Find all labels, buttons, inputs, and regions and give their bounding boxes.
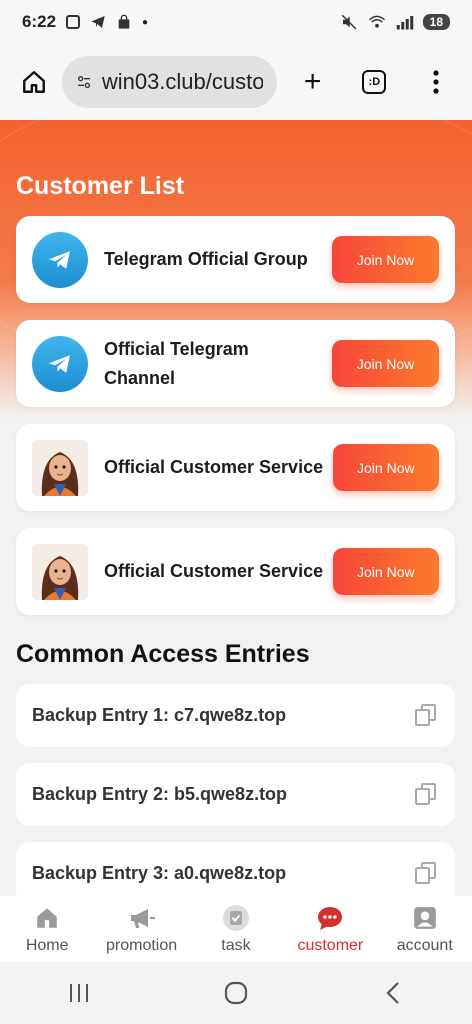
agent-avatar	[32, 543, 88, 600]
home-outline-icon	[22, 71, 45, 93]
nav-promotion[interactable]: promotion	[95, 903, 189, 955]
back-button[interactable]	[363, 973, 423, 1013]
entry-label: Backup Entry 1: c7.qwe8z.top	[32, 705, 287, 725]
battery-indicator: 18	[422, 14, 450, 30]
nav-label: customer	[297, 937, 364, 954]
customer-card-service-2: Official Customer Service Join Now	[16, 528, 455, 615]
nav-task[interactable]: task	[189, 903, 283, 955]
clock: 6:22	[22, 12, 57, 31]
bag-icon	[118, 14, 130, 29]
screenshot-icon	[66, 15, 81, 29]
telegram-icon	[32, 335, 88, 392]
nav-label: promotion	[106, 937, 178, 954]
system-navigation	[0, 962, 472, 1024]
status-bar: 6:22 ● 18	[0, 0, 472, 44]
customer-card-service-1: Official Customer Service Join Now	[16, 424, 455, 511]
browser-toolbar: win03.club/customer + :D	[0, 44, 472, 120]
new-tab-button[interactable]: +	[291, 60, 335, 104]
signal-icon	[396, 16, 413, 30]
nav-label: Home	[25, 937, 69, 954]
entry-label: Backup Entry 3: a0.qwe8z.top	[32, 863, 287, 883]
card-label: Official Customer Service	[104, 457, 324, 477]
telegram-status-icon	[91, 16, 105, 28]
recents-icon	[69, 984, 88, 1002]
url-text: win03.club/customer	[101, 69, 263, 94]
nav-customer[interactable]: customer	[283, 903, 377, 955]
agent-avatar	[32, 439, 88, 496]
browser-home-button[interactable]	[14, 62, 54, 102]
home-circle-icon	[224, 981, 248, 1005]
customer-card-telegram-channel: Official Telegram Channel Join Now	[16, 320, 455, 407]
menu-button[interactable]	[414, 60, 458, 104]
back-chevron-icon	[386, 982, 400, 1004]
mute-icon	[341, 14, 356, 30]
address-bar[interactable]: win03.club/customer	[61, 56, 277, 108]
tab-switcher-button[interactable]: :D	[352, 60, 396, 104]
card-label: Telegram Official Group	[104, 249, 308, 269]
customer-card-telegram-group: Telegram Official Group Join Now	[16, 216, 455, 303]
wifi-icon	[368, 15, 385, 28]
home-icon	[32, 903, 62, 933]
more-vert-icon	[433, 70, 439, 94]
card-label: Official Customer Service	[104, 561, 324, 581]
copy-icon[interactable]	[415, 782, 439, 807]
nav-label: task	[221, 937, 251, 954]
site-settings-icon	[77, 75, 90, 89]
join-now-button[interactable]: Join Now	[332, 548, 439, 595]
copy-icon[interactable]	[415, 703, 439, 728]
backup-entry[interactable]: Backup Entry 2: b5.qwe8z.top	[16, 763, 455, 826]
join-now-button[interactable]: Join Now	[332, 444, 439, 491]
nav-account[interactable]: account	[378, 903, 472, 955]
common-entries-title: Common Access Entries	[16, 640, 310, 668]
home-system-button[interactable]	[206, 973, 266, 1013]
customer-list-title: Customer List	[16, 172, 185, 200]
entry-label: Backup Entry 2: b5.qwe8z.top	[32, 784, 288, 804]
account-icon	[410, 903, 440, 933]
chat-icon	[315, 903, 345, 933]
megaphone-icon	[127, 903, 157, 933]
join-now-button[interactable]: Join Now	[332, 236, 439, 283]
telegram-icon	[32, 231, 88, 288]
card-label: Official Telegram Channel	[104, 338, 249, 388]
backup-entry[interactable]: Backup Entry 3: a0.qwe8z.top	[16, 842, 455, 896]
join-now-button[interactable]: Join Now	[332, 340, 439, 387]
page-content: Customer List Telegram Official Group Jo…	[0, 120, 472, 896]
copy-icon[interactable]	[415, 861, 439, 886]
bottom-navigation: Home promotion task customer account	[0, 896, 472, 962]
nav-label: account	[396, 937, 453, 954]
tabs-icon: :D	[362, 70, 387, 94]
task-icon	[221, 903, 251, 933]
notification-dot: ●	[142, 16, 149, 28]
recent-apps-button[interactable]	[49, 973, 109, 1013]
nav-home[interactable]: Home	[0, 903, 94, 955]
backup-entry[interactable]: Backup Entry 1: c7.qwe8z.top	[16, 684, 455, 747]
